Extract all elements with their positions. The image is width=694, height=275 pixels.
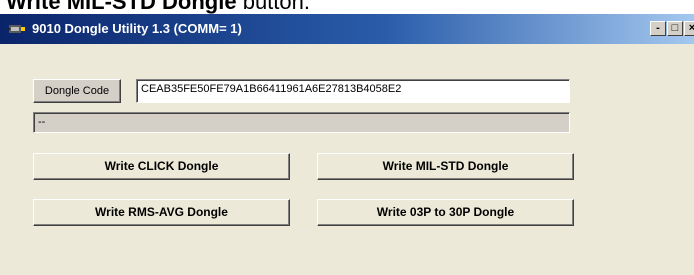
write-mil-std-dongle-button[interactable]: Write MIL-STD Dongle	[317, 153, 574, 180]
write-click-dongle-button[interactable]: Write CLICK Dongle	[33, 153, 290, 180]
close-icon[interactable]: ×	[684, 21, 694, 36]
minimize-icon[interactable]: -	[650, 21, 666, 36]
status-field: --	[33, 112, 570, 133]
window-title: 9010 Dongle Utility 1.3 (COMM= 1)	[32, 21, 242, 36]
document-caption: Write MIL-STD Dongle button.	[6, 0, 310, 15]
write-rms-avg-dongle-button[interactable]: Write RMS-AVG Dongle	[33, 199, 290, 226]
dongle-code-input[interactable]: CEAB35FE50FE79A1B66411961A6E27813B4058E2	[136, 79, 570, 103]
app-window: 9010 Dongle Utility 1.3 (COMM= 1) - □ ×	[0, 14, 694, 275]
title-bar[interactable]: 9010 Dongle Utility 1.3 (COMM= 1) - □ ×	[0, 14, 694, 44]
caption-bold-text: Write MIL-STD Dongle	[6, 0, 237, 14]
maximize-icon[interactable]: □	[667, 21, 683, 36]
caption-rest-text: button.	[236, 0, 310, 14]
app-icon	[8, 25, 25, 33]
write-03p-to-30p-dongle-button[interactable]: Write 03P to 30P Dongle	[317, 199, 574, 226]
dongle-code-button[interactable]: Dongle Code	[33, 79, 121, 103]
